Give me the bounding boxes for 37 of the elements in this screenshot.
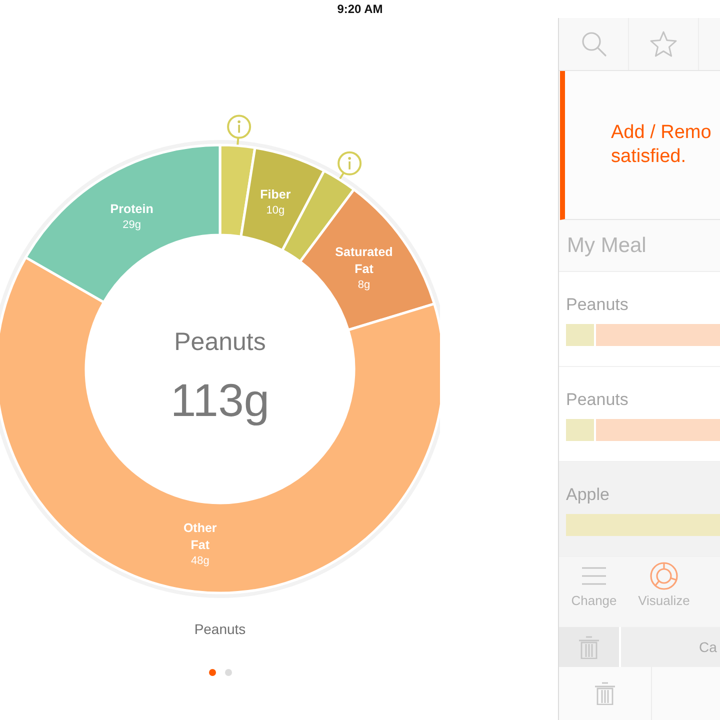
slice-amount: 10g (266, 204, 285, 216)
slice-label: Fiber (260, 187, 291, 202)
slice-amount: 8g (358, 278, 370, 291)
status-time: 9:20 AM (337, 2, 383, 16)
food-title: Peanuts (174, 328, 266, 356)
toolbar-button[interactable]: Change (559, 562, 629, 612)
trash-icon (579, 636, 599, 658)
slice-label: Saturated Fat (335, 244, 393, 276)
delete-button[interactable] (559, 627, 619, 667)
slice-amount: 48g (190, 554, 210, 567)
info-icon[interactable] (338, 151, 362, 180)
donut-slice[interactable] (0, 256, 440, 594)
hint-text: Add / Remo satisfied. (611, 121, 712, 169)
trash-icon (595, 682, 615, 705)
toolbar-button[interactable]: Visualize (629, 562, 699, 612)
slice-label: Protein (110, 202, 154, 216)
meal-row[interactable]: Peanuts (559, 272, 720, 367)
donut-slice[interactable] (298, 188, 436, 332)
page-dot-icon[interactable] (224, 669, 232, 676)
slice-label: Other Fat (183, 520, 217, 552)
donut-slice[interactable] (240, 146, 326, 252)
meal-item-name: Apple (566, 485, 610, 505)
meal-item-name: Peanuts (566, 295, 628, 315)
donut-slice[interactable] (24, 144, 222, 304)
meal-row[interactable]: Peanuts (559, 367, 720, 462)
action-button[interactable]: Ca (621, 627, 720, 667)
total-weight: 113g (170, 374, 270, 426)
info-icon[interactable] (227, 114, 252, 145)
page-dot-icon[interactable] (208, 669, 216, 676)
meal-item-name: Peanuts (566, 390, 628, 410)
menu-icon (582, 567, 606, 585)
star-icon (650, 31, 677, 57)
search-icon (580, 31, 606, 57)
slice-amount: 29g (122, 219, 142, 232)
meal-row[interactable]: Apple (559, 462, 720, 557)
chart-caption: Peanuts (194, 621, 246, 637)
donut-chart-icon (650, 562, 678, 590)
